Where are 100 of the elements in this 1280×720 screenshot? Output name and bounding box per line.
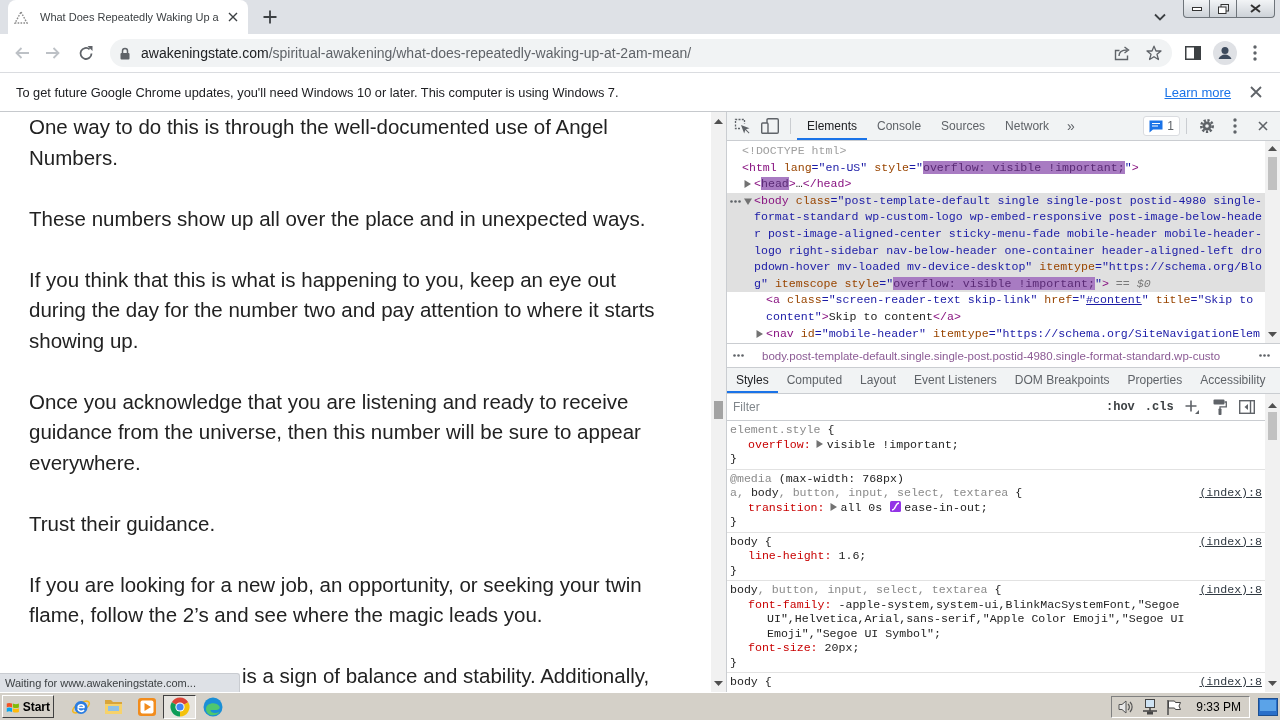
ellipsis-icon[interactable] xyxy=(1259,354,1270,357)
article-paragraph: Trust their guidance. xyxy=(29,510,217,537)
source-link[interactable]: (index):8 xyxy=(1199,534,1262,549)
close-window-button[interactable] xyxy=(1237,0,1275,18)
scroll-down-icon[interactable] xyxy=(714,680,723,686)
article-paragraph: One way to do this is through the well-documented use of Angel Numbers. xyxy=(29,114,609,171)
triangle-right-icon[interactable] xyxy=(815,439,823,448)
close-icon xyxy=(1250,4,1261,13)
close-tab-icon[interactable] xyxy=(228,12,238,22)
status-bubble: Waiting for www.awakeningstate.com... xyxy=(0,673,240,692)
chevron-down-icon[interactable] xyxy=(1154,13,1166,21)
plus-icon[interactable] xyxy=(1184,400,1199,414)
address-bar[interactable]: awakeningstate.com/spiritual-awakening/what-does-repeatedly-waking-up-at-2am-mean/ xyxy=(110,39,1172,67)
breadcrumb-path[interactable]: body.post-template-default.single.single-post.postid-4980.single-format-standard.wp-custo xyxy=(762,349,1221,362)
device-icon[interactable] xyxy=(761,118,779,134)
sidebar-tab[interactable]: Accessibility xyxy=(1191,368,1275,393)
scroll-up-icon[interactable] xyxy=(1268,402,1277,408)
plus-icon[interactable] xyxy=(263,10,277,24)
css-selector: body { xyxy=(730,675,772,690)
sidebar-toggle-icon[interactable] xyxy=(1238,400,1255,414)
browser-logo-icon xyxy=(169,696,190,717)
sidebar-tab[interactable]: Styles xyxy=(727,368,778,393)
swirl-logo-icon xyxy=(202,696,223,717)
paint-roller-icon[interactable] xyxy=(1212,399,1227,415)
sidebar-tab[interactable]: Event Listeners xyxy=(905,368,1006,393)
filter-toggle-button[interactable]: :hov xyxy=(1106,400,1135,414)
close-icon[interactable] xyxy=(1250,86,1262,98)
css-declaration[interactable]: font-family: -apple-system,system-ui,BlinkMacSystemFont,"Segoe UI",Helvetica,Arial,sans-serif,"Apple Color Emoji","Segoe UI Emoji","Segoe UI Symbol"; xyxy=(748,597,1262,641)
triangle-right-icon[interactable] xyxy=(756,329,763,338)
source-link[interactable]: (index):8 xyxy=(1199,583,1262,598)
menu-icon[interactable] xyxy=(1253,45,1257,61)
dom-tree-node[interactable]: <body class="post-template-default single single-post postid-4980 single-format-standard wp-custom-logo wp-embed-responsive post-image-below-header post-image-aligned-center sticky-menu-fade mobile-header mobile-header-logo right-sidebar nav-below-header one-container header-aligned-left dropdown-hover mv-loaded mv-device-desktop" itemtype="https://schema.org/Blog" itemscope style="overflow: visible !important;"> == $0 xyxy=(727,192,1265,293)
scroll-up-icon[interactable] xyxy=(1268,145,1277,151)
star-icon[interactable] xyxy=(1146,45,1162,61)
speaker-icon[interactable] xyxy=(1118,698,1135,715)
scroll-down-icon[interactable] xyxy=(1268,680,1277,686)
source-link[interactable]: (index):8 xyxy=(1199,675,1262,690)
restore-icon xyxy=(1217,3,1229,14)
share-icon[interactable] xyxy=(1114,45,1130,61)
article-paragraph: Once you acknowledge that you are listening and ready to receive guidance from the universe, then this number will be sure to appear everywhere. xyxy=(29,388,642,476)
css-selector: a, body, button, input, select, textarea { xyxy=(730,486,1023,501)
css-declaration[interactable]: overflow: visible !important; xyxy=(748,437,1262,452)
learn-more-link[interactable]: Learn more xyxy=(1164,84,1231,100)
more-tabs-button[interactable]: » xyxy=(1059,112,1083,140)
css-declaration[interactable]: line-height: 1.6; xyxy=(748,549,1262,564)
side-panel-icon[interactable] xyxy=(1185,46,1201,60)
sidebar-tab[interactable]: Layout xyxy=(851,368,906,393)
show-desktop-icon[interactable] xyxy=(1258,697,1278,716)
sidebar-tab[interactable]: Computed xyxy=(777,368,852,393)
source-link[interactable]: (index):8 xyxy=(1199,486,1262,501)
reload-icon[interactable] xyxy=(78,45,94,61)
scroll-down-icon[interactable] xyxy=(1268,331,1277,337)
devtools-tab[interactable]: Sources xyxy=(931,112,996,140)
triangle-down-icon[interactable] xyxy=(744,197,752,205)
sidebar-tab[interactable]: DOM Breakpoints xyxy=(1005,368,1119,393)
minimize-button[interactable] xyxy=(1183,0,1210,18)
start-button[interactable]: Start xyxy=(2,695,54,718)
clock[interactable]: 9:33 PM xyxy=(1196,699,1241,714)
media-query: @media (max-width: 768px) xyxy=(730,471,904,485)
css-selector: body, button, input, select, textarea { xyxy=(730,583,1002,598)
ellipsis-icon[interactable] xyxy=(733,354,744,357)
scrollbar-thumb[interactable] xyxy=(714,400,723,419)
devtools-tab[interactable]: Console xyxy=(867,112,932,140)
settings-icon[interactable] xyxy=(1199,118,1215,134)
article-paragraph: If you are looking for a new job, an opportunity, or seeking your twin flame, follow the 2’s and see where the magic leads you. xyxy=(29,571,643,628)
restore-button[interactable] xyxy=(1210,0,1237,18)
scrollbar-thumb[interactable] xyxy=(1268,157,1277,190)
css-selector: body { xyxy=(730,534,772,549)
filter-toggle-button[interactable]: .cls xyxy=(1144,400,1174,414)
css-selector: element.style { xyxy=(730,423,835,438)
flag-icon[interactable] xyxy=(1166,698,1183,715)
ellipsis-icon[interactable] xyxy=(730,199,741,203)
avatar-icon[interactable] xyxy=(1213,41,1237,65)
dom-tree-node[interactable]: <a class="screen-reader-text skip-link" href="#content" title="Skip to content">Skip to content</a> xyxy=(727,292,1265,326)
network-icon[interactable] xyxy=(1142,698,1159,715)
scrollbar-thumb[interactable] xyxy=(1268,412,1277,440)
easing-icon[interactable] xyxy=(890,500,902,512)
issues-button[interactable]: 1 xyxy=(1143,116,1180,136)
close-icon[interactable] xyxy=(1258,121,1268,131)
infobar-message: To get future Google Chrome updates, you'll need Windows 10 or later. This computer is using Windows 7. xyxy=(16,84,619,100)
css-declaration[interactable]: font-size: 20px; xyxy=(748,641,1262,656)
devtools-tab[interactable]: Network xyxy=(995,112,1060,140)
article-paragraph: These numbers show up all over the place and in unexpected ways. xyxy=(29,205,647,232)
browser-tab[interactable]: What Does Repeatedly Waking Up a xyxy=(8,0,248,34)
inspect-icon[interactable] xyxy=(734,118,750,134)
lock-icon[interactable] xyxy=(120,46,130,60)
taskbar-button[interactable] xyxy=(163,694,196,719)
scroll-up-icon[interactable] xyxy=(714,118,723,124)
devtools-tab[interactable]: Elements xyxy=(797,112,868,140)
sidebar-tab[interactable]: Properties xyxy=(1118,368,1192,393)
triangle-right-icon[interactable] xyxy=(744,180,751,189)
closing-brace: } xyxy=(730,655,737,669)
closing-brace: } xyxy=(730,515,737,528)
menu-icon[interactable] xyxy=(1233,118,1237,134)
dom-tree-node[interactable]: <html lang="en-US" style="overflow: visible !important;"> xyxy=(727,159,1265,177)
css-declaration[interactable]: transition: all 0s ease-in-out; xyxy=(748,500,1262,515)
article-paragraph: If you think that this is what is happening to you, keep an eye out during the day for the number two and pay attention to where it starts showing up. xyxy=(29,266,656,354)
triangle-right-icon[interactable] xyxy=(829,502,837,511)
minimize-icon xyxy=(1191,6,1202,11)
dom-tree-node[interactable]: <nav id="mobile-header" itemtype="https://schema.org/SiteNavigationElem xyxy=(727,325,1265,343)
